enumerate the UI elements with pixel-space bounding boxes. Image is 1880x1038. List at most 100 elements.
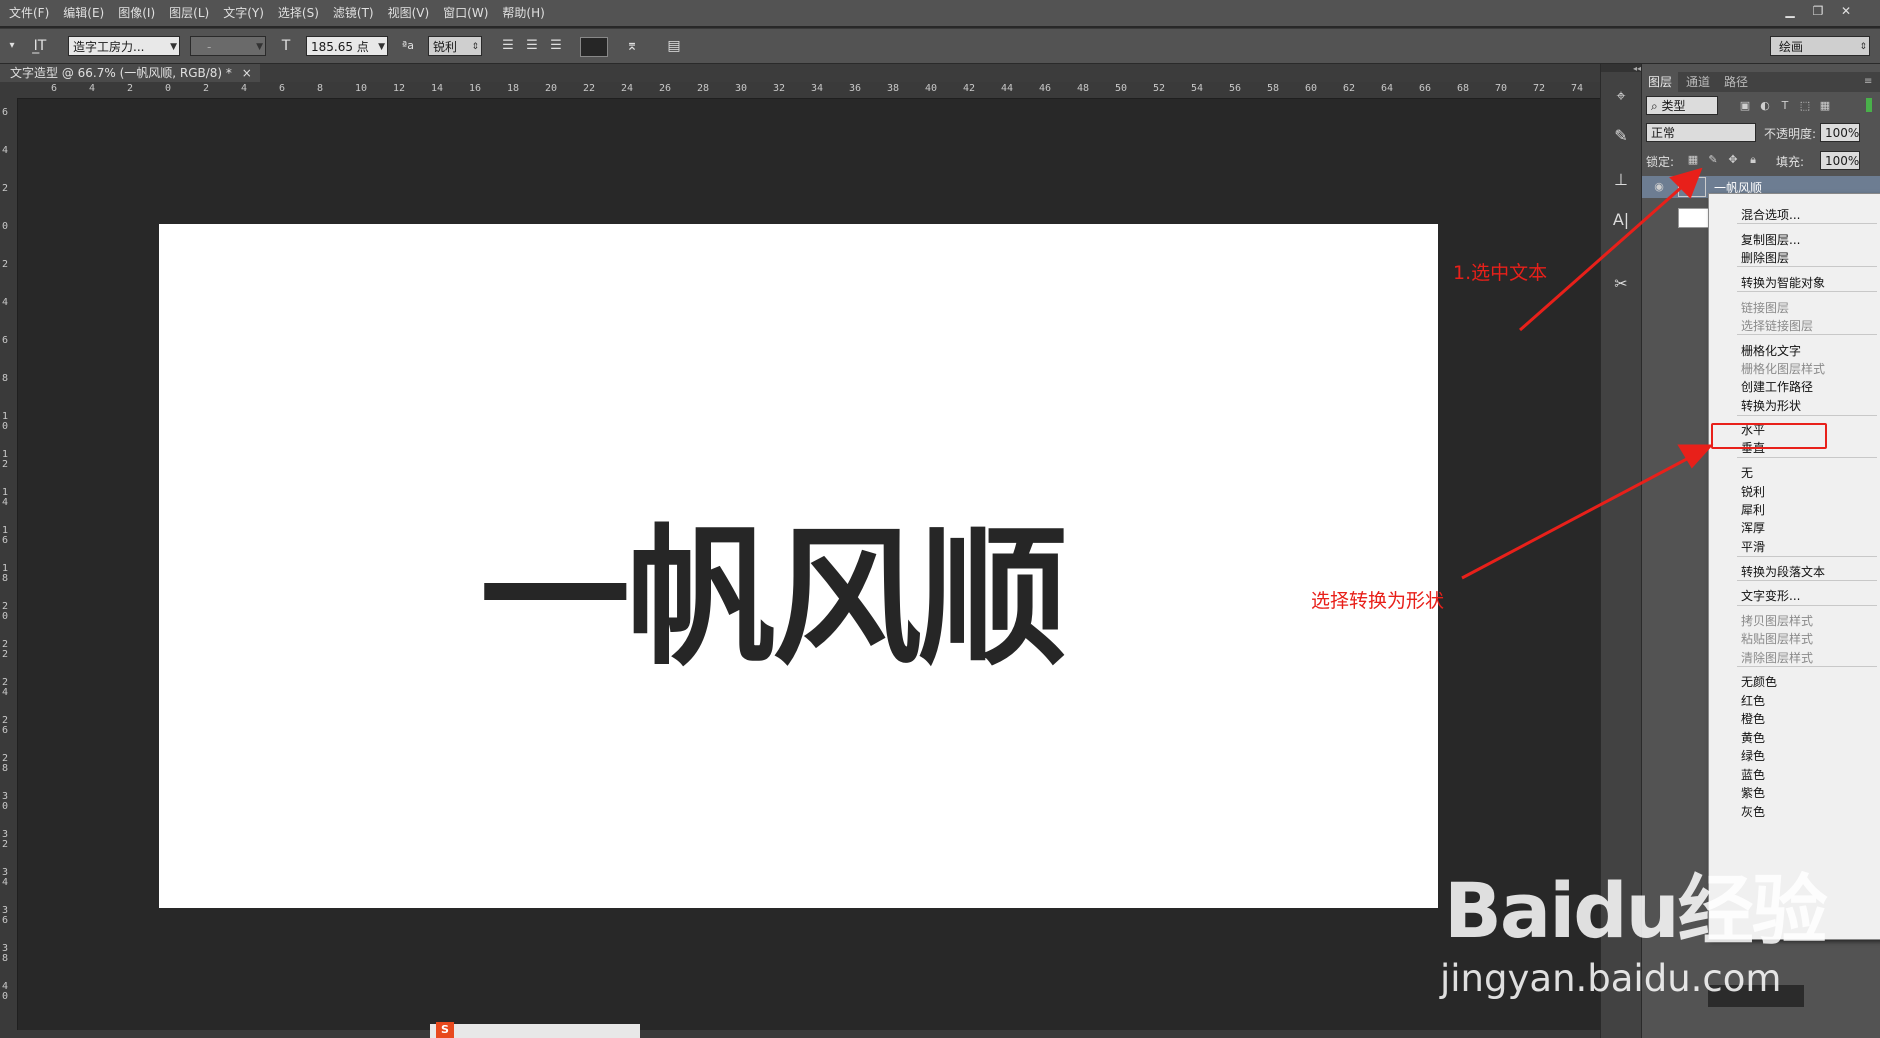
document-tab[interactable]: 文字造型 @ 66.7% (一帆风顺, RGB/8) * × xyxy=(0,64,260,82)
layer-filter-select[interactable]: ⌕ 类型 xyxy=(1646,96,1718,115)
context-menu-item: 粘贴图层样式 xyxy=(1741,632,1814,646)
restore-icon[interactable]: ❐ xyxy=(1806,2,1830,20)
context-menu-item[interactable]: 绿色 xyxy=(1741,747,1765,765)
context-menu-item[interactable]: 删除图层 xyxy=(1741,249,1789,267)
tool-preset-arrow-icon[interactable]: ▾ xyxy=(2,37,22,55)
context-menu-item[interactable]: 无颜色 xyxy=(1741,673,1777,691)
clone-source-icon[interactable]: ⊥ xyxy=(1609,168,1633,192)
tab-layers[interactable]: 图层 xyxy=(1642,72,1679,92)
antialias-value: 锐利 xyxy=(433,40,458,54)
blend-mode-select[interactable]: 正常 xyxy=(1646,123,1756,142)
context-menu-item[interactable]: 转换为段落文本 xyxy=(1741,563,1825,581)
menu-separator xyxy=(1737,605,1877,606)
tab-paths[interactable]: 路径 xyxy=(1718,72,1754,92)
ruler-tick-label: 4 xyxy=(89,83,96,94)
context-menu-item[interactable]: 转换为形状 xyxy=(1741,397,1801,415)
align-right-icon[interactable]: ☰ xyxy=(546,37,566,55)
blend-mode-value: 正常 xyxy=(1651,126,1676,140)
ruler-corner xyxy=(0,82,17,98)
character-icon[interactable]: A| xyxy=(1609,208,1633,232)
tab-close-icon[interactable]: × xyxy=(242,66,252,80)
filter-smart-object-icon[interactable]: ▦ xyxy=(1818,99,1832,113)
lock-all-icon[interactable]: 🔒︎ xyxy=(1746,153,1760,167)
ruler-tick-label: 72 xyxy=(1533,83,1546,94)
menu-image[interactable]: 图像(I) xyxy=(111,0,162,26)
context-menu-item[interactable]: 红色 xyxy=(1741,692,1765,710)
panel-menu-icon[interactable]: ≡ xyxy=(1858,72,1878,92)
antialias-select[interactable]: 锐利 ⇕ xyxy=(428,36,482,56)
context-menu-item[interactable]: 黄色 xyxy=(1741,729,1765,747)
ruler-tick-label: 30 xyxy=(735,83,748,94)
font-style-select[interactable]: - ▼ xyxy=(190,36,266,56)
context-menu-item[interactable]: 复制图层... xyxy=(1741,231,1800,249)
text-orientation-icon[interactable]: I̲T xyxy=(30,37,50,55)
artboard[interactable]: 一帆风顺 xyxy=(159,224,1438,908)
lock-position-icon[interactable]: ✥ xyxy=(1726,153,1740,167)
filter-type-icon[interactable]: T xyxy=(1778,99,1792,113)
context-menu-item[interactable]: 无 xyxy=(1741,464,1753,482)
context-menu-item[interactable]: 犀利 xyxy=(1741,501,1765,519)
workspace-select[interactable]: 绘画 ⇕ xyxy=(1770,36,1870,56)
align-left-icon[interactable]: ☰ xyxy=(498,37,518,55)
context-menu-item[interactable]: 平滑 xyxy=(1741,538,1765,556)
text-color-swatch[interactable] xyxy=(580,37,608,57)
tab-channels[interactable]: 通道 xyxy=(1680,72,1716,92)
context-menu-item: 栅格化图层样式 xyxy=(1741,362,1826,376)
context-menu-item[interactable]: 锐利 xyxy=(1741,483,1765,501)
vertical-ruler[interactable]: 6 4 2 0 2 4 6 8 10 12 14 16 18 20 22 24 26 28 30 32 34 36 38 40 xyxy=(0,98,18,1038)
context-menu-item[interactable]: 栅格化文字 xyxy=(1741,342,1801,360)
brush-presets-icon[interactable]: ✎ xyxy=(1609,124,1633,148)
menu-separator xyxy=(1737,415,1877,416)
menu-type[interactable]: 文字(Y) xyxy=(216,0,271,26)
close-icon[interactable]: ✕ xyxy=(1834,2,1858,20)
character-panel-icon[interactable]: ▤ xyxy=(664,37,684,55)
ime-toolbar[interactable]: S xyxy=(430,1022,640,1038)
opacity-input[interactable]: 100% xyxy=(1820,123,1860,142)
ruler-tick-label: 4 xyxy=(2,297,9,308)
filter-toggle[interactable] xyxy=(1866,98,1872,112)
menu-help[interactable]: 帮助(H) xyxy=(495,0,551,26)
lock-image-icon[interactable]: ✎ xyxy=(1706,153,1720,167)
workspace-value: 绘画 xyxy=(1779,40,1804,54)
context-menu-item[interactable]: 灰色 xyxy=(1741,803,1765,821)
ruler-tick-label: 4 xyxy=(241,83,248,94)
warp-text-icon[interactable]: ⌆ xyxy=(622,37,642,55)
context-menu-item[interactable]: 混合选项... xyxy=(1741,206,1800,224)
sogou-icon[interactable]: S xyxy=(436,1022,454,1038)
collapse-icon[interactable]: ◂◂ xyxy=(1601,64,1641,73)
context-menu-item[interactable]: 转换为智能对象 xyxy=(1741,274,1825,292)
history-icon[interactable]: ⌖ xyxy=(1609,84,1633,108)
menu-view[interactable]: 视图(V) xyxy=(381,0,437,26)
filter-pixel-icon[interactable]: ▣ xyxy=(1738,99,1752,113)
context-menu-item[interactable]: 橙色 xyxy=(1741,710,1765,728)
horizontal-ruler[interactable]: 6 4 2 0 2 4 6 8 10 12 14 16 18 20 22 24 26 28 30 32 34 36 38 40… xyxy=(17,82,1600,99)
context-menu-item[interactable]: 创建工作路径 xyxy=(1741,378,1813,396)
tools-icon[interactable]: ✂ xyxy=(1609,272,1633,296)
menu-filter[interactable]: 滤镜(T) xyxy=(326,0,381,26)
font-family-select[interactable]: 造字工房力... ▼ xyxy=(68,36,180,56)
canvas-text-layer[interactable]: 一帆风顺 xyxy=(480,524,1068,674)
eye-icon[interactable]: ◉ xyxy=(1652,180,1666,194)
menu-layer[interactable]: 图层(L) xyxy=(162,0,216,26)
menu-edit[interactable]: 编辑(E) xyxy=(56,0,111,26)
opacity-label: 不透明度: xyxy=(1764,127,1817,141)
menu-window[interactable]: 窗口(W) xyxy=(436,0,495,26)
menu-items: 文件(F) 编辑(E) 图像(I) 图层(L) 文字(Y) 选择(S) 滤镜(T) 视图(V)… xyxy=(2,0,552,26)
context-menu-item: 链接图层 xyxy=(1741,301,1790,315)
align-center-icon[interactable]: ☰ xyxy=(522,37,542,55)
chevron-updown-icon: ⇕ xyxy=(1859,42,1867,52)
context-menu-item[interactable]: 蓝色 xyxy=(1741,766,1765,784)
context-menu-item[interactable]: 浑厚 xyxy=(1741,519,1765,537)
context-menu-item[interactable]: 紫色 xyxy=(1741,784,1765,802)
menu-select[interactable]: 选择(S) xyxy=(271,0,326,26)
font-size-input[interactable]: 185.65 点 ▼ xyxy=(306,36,388,56)
filter-shape-icon[interactable]: ⬚ xyxy=(1798,99,1812,113)
fill-input[interactable]: 100% xyxy=(1820,151,1860,170)
filter-adjustment-icon[interactable]: ◐ xyxy=(1758,99,1772,113)
ruler-tick-label: 8 xyxy=(2,373,9,384)
minimize-icon[interactable]: ▁ xyxy=(1778,2,1802,20)
context-menu-item[interactable]: 文字变形... xyxy=(1741,587,1800,605)
menu-file[interactable]: 文件(F) xyxy=(2,0,56,26)
ruler-tick-label: 36 xyxy=(849,83,862,94)
lock-transparent-icon[interactable]: ▦ xyxy=(1686,153,1700,167)
